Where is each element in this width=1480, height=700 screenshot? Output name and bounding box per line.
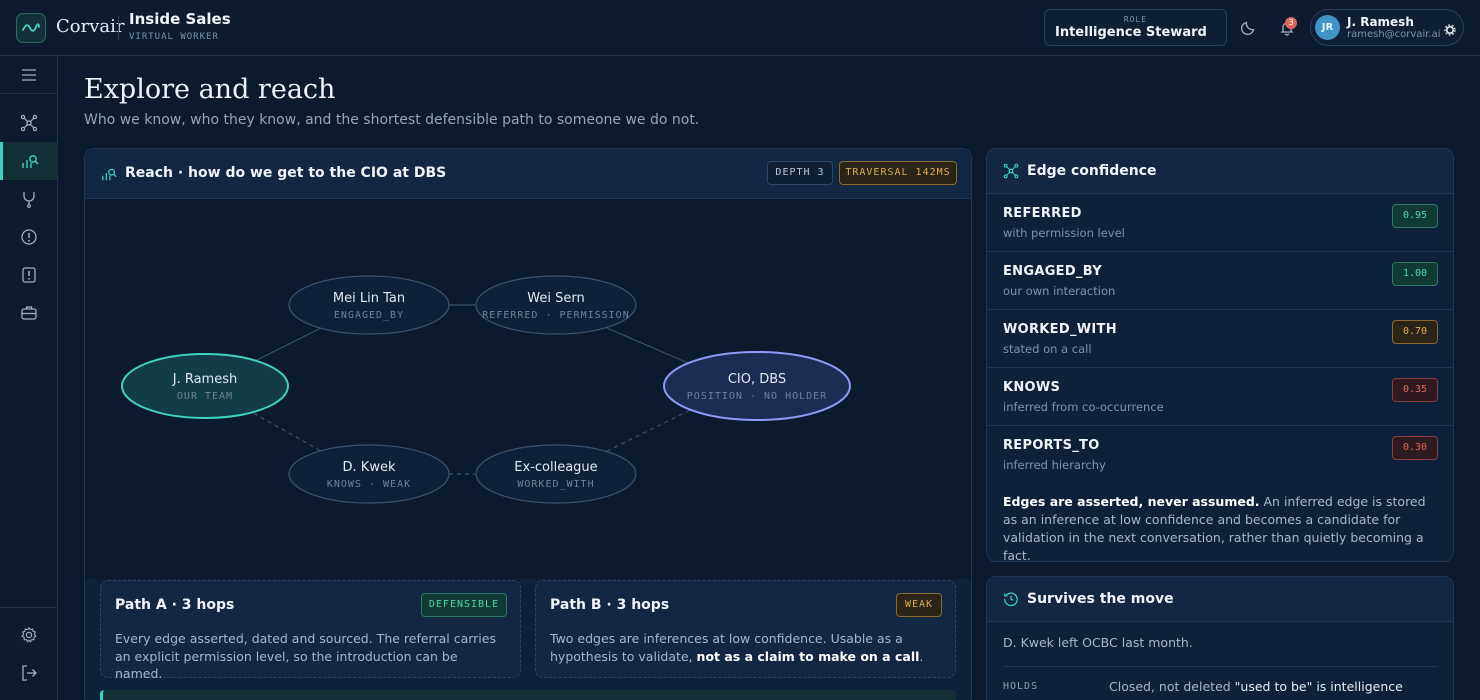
node-tag: KNOWS · WEAK bbox=[327, 479, 411, 490]
reach-chart-icon[interactable] bbox=[0, 142, 57, 180]
confidence-score: 1.00 bbox=[1392, 262, 1438, 286]
path-description: Two edges are inferences at low confiden… bbox=[550, 631, 924, 664]
notification-badge: 3 bbox=[1285, 17, 1297, 29]
edge-description: stated on a call bbox=[1003, 342, 1092, 356]
node-name: Ex-colleague bbox=[514, 460, 597, 475]
depth-badge: DEPTH 3 bbox=[767, 161, 833, 185]
edge-panel-title: Edge confidence bbox=[1027, 163, 1157, 179]
node-tag: POSITION · NO HOLDER bbox=[687, 391, 827, 402]
edge-row-worked-with[interactable]: WORKED_WITH stated on a call 0.70 bbox=[987, 310, 1453, 368]
confidence-score: 0.95 bbox=[1392, 204, 1438, 228]
note-emphasis: Edges are asserted, never assumed. bbox=[1003, 494, 1260, 509]
edge-policy-note: Edges are asserted, never assumed. An in… bbox=[1003, 494, 1426, 562]
menu-icon[interactable] bbox=[0, 56, 57, 94]
reach-chart-icon bbox=[102, 168, 117, 181]
defensible-badge: DEFENSIBLE bbox=[421, 593, 507, 617]
confidence-score: 0.30 bbox=[1392, 436, 1438, 460]
move-divider bbox=[1003, 666, 1438, 667]
reach-title: Reach · how do we get to the CIO at DBS bbox=[125, 165, 447, 181]
edge-name: REPORTS_TO bbox=[1003, 438, 1100, 453]
brand-name: Corvair bbox=[56, 16, 125, 37]
network-icon[interactable] bbox=[0, 104, 57, 142]
path-b-card[interactable]: Path B · 3 hops WEAK Two edges are infer… bbox=[535, 580, 956, 678]
node-d-kwek[interactable]: D. Kwek KNOWS · WEAK bbox=[288, 444, 450, 504]
edge-description: inferred from co-occurrence bbox=[1003, 400, 1164, 414]
role-value: Intelligence Steward bbox=[1055, 25, 1207, 40]
edge-description: our own interaction bbox=[1003, 284, 1116, 298]
sidebar-divider bbox=[0, 93, 57, 94]
node-name: D. Kwek bbox=[343, 460, 396, 475]
move-panel-header: Survives the move bbox=[987, 577, 1453, 622]
edge-panel-header: Edge confidence bbox=[987, 149, 1453, 194]
fork-icon[interactable] bbox=[0, 180, 57, 218]
moon-icon[interactable] bbox=[1237, 15, 1261, 39]
edge-description: inferred hierarchy bbox=[1003, 458, 1106, 472]
page-subtitle: Who we know, who they know, and the shor… bbox=[84, 112, 700, 128]
avatar: JR bbox=[1315, 15, 1340, 40]
node-ex-colleague[interactable]: Ex-colleague WORKED_WITH bbox=[475, 444, 637, 504]
logout-icon[interactable] bbox=[0, 654, 57, 692]
settings-small-icon[interactable] bbox=[1444, 21, 1456, 40]
user-email: ramesh@corvair.ai bbox=[1347, 29, 1441, 40]
holds-label: HOLDS bbox=[1003, 681, 1039, 692]
path-title: Path A · 3 hops bbox=[115, 597, 235, 613]
weak-badge: WEAK bbox=[896, 593, 942, 617]
app-title: Inside Sales bbox=[129, 10, 231, 28]
logo-icon[interactable] bbox=[16, 13, 46, 43]
path-a-card[interactable]: Path A · 3 hops DEFENSIBLE Every edge as… bbox=[100, 580, 521, 681]
next-card-edge bbox=[100, 690, 956, 700]
alert-square-icon[interactable] bbox=[0, 256, 57, 294]
network-icon bbox=[1003, 163, 1019, 179]
node-cio-dbs[interactable]: CIO, DBS POSITION · NO HOLDER bbox=[663, 351, 851, 421]
user-menu[interactable]: JR J. Ramesh ramesh@corvair.ai bbox=[1310, 9, 1464, 46]
history-icon bbox=[1004, 592, 1018, 607]
reach-graph-svg: J. Ramesh OUR TEAM Mei Lin Tan ENGAGED_B… bbox=[121, 275, 851, 504]
edge-row-knows[interactable]: KNOWS inferred from co-occurrence 0.35 bbox=[987, 368, 1453, 426]
node-name: CIO, DBS bbox=[728, 372, 786, 387]
confidence-score: 0.70 bbox=[1392, 320, 1438, 344]
traversal-badge: TRAVERSAL 142MS bbox=[839, 161, 957, 185]
node-j-ramesh[interactable]: J. Ramesh OUR TEAM bbox=[121, 353, 289, 419]
node-mei-lin-tan[interactable]: Mei Lin Tan ENGAGED_BY bbox=[288, 275, 450, 335]
role-selector[interactable]: ROLE Intelligence Steward bbox=[1044, 9, 1227, 46]
app-subtitle: VIRTUAL WORKER bbox=[129, 32, 219, 42]
edge-description: with permission level bbox=[1003, 226, 1125, 240]
node-tag: OUR TEAM bbox=[177, 391, 233, 402]
node-tag: ENGAGED_BY bbox=[334, 310, 404, 321]
edge-row-reports-to[interactable]: REPORTS_TO inferred hierarchy 0.30 bbox=[987, 426, 1453, 484]
node-tag: REFERRED · PERMISSION bbox=[482, 310, 629, 321]
edge-row-engaged-by[interactable]: ENGAGED_BY our own interaction 1.00 bbox=[987, 252, 1453, 310]
alert-circle-icon[interactable] bbox=[0, 218, 57, 256]
path-description: Every edge asserted, dated and sourced. … bbox=[115, 631, 496, 681]
role-label: ROLE bbox=[1123, 15, 1148, 24]
reach-graph: J. Ramesh OUR TEAM Mei Lin Tan ENGAGED_B… bbox=[85, 199, 971, 579]
survives-move-panel: Survives the move D. Kwek left OCBC last… bbox=[986, 576, 1454, 700]
edge-confidence-panel: Edge confidence REFERRED with permission… bbox=[986, 148, 1454, 562]
reach-panel-header: Reach · how do we get to the CIO at DBS … bbox=[85, 149, 971, 199]
page-title: Explore and reach bbox=[84, 74, 336, 105]
edge-name: WORKED_WITH bbox=[1003, 322, 1117, 337]
sidebar-divider bbox=[0, 607, 57, 608]
node-tag: WORKED_WITH bbox=[517, 479, 594, 490]
edge-name: ENGAGED_BY bbox=[1003, 264, 1102, 279]
move-text: D. Kwek left OCBC last month. bbox=[1003, 635, 1193, 650]
path-title: Path B · 3 hops bbox=[550, 597, 670, 613]
node-name: Mei Lin Tan bbox=[333, 291, 405, 306]
path-emphasis: not as a claim to make on a call bbox=[696, 648, 920, 664]
gear-icon[interactable] bbox=[0, 616, 57, 654]
edge-name: KNOWS bbox=[1003, 380, 1061, 395]
node-wei-sern[interactable]: Wei Sern REFERRED · PERMISSION bbox=[475, 275, 637, 335]
edge-name: REFERRED bbox=[1003, 206, 1082, 221]
briefcase-icon[interactable] bbox=[0, 294, 57, 332]
brand-divider bbox=[118, 16, 119, 40]
node-name: Wei Sern bbox=[527, 291, 584, 306]
sidebar bbox=[0, 56, 58, 700]
node-name: J. Ramesh bbox=[172, 372, 238, 387]
move-panel-title: Survives the move bbox=[1027, 591, 1174, 607]
confidence-score: 0.35 bbox=[1392, 378, 1438, 402]
user-name: J. Ramesh bbox=[1347, 15, 1414, 29]
edge-row-referred[interactable]: REFERRED with permission level 0.95 bbox=[987, 194, 1453, 252]
top-bar: Corvair Inside Sales VIRTUAL WORKER ROLE… bbox=[0, 0, 1480, 56]
holds-value: Closed, not deleted "used to be" is inte… bbox=[1109, 679, 1403, 694]
